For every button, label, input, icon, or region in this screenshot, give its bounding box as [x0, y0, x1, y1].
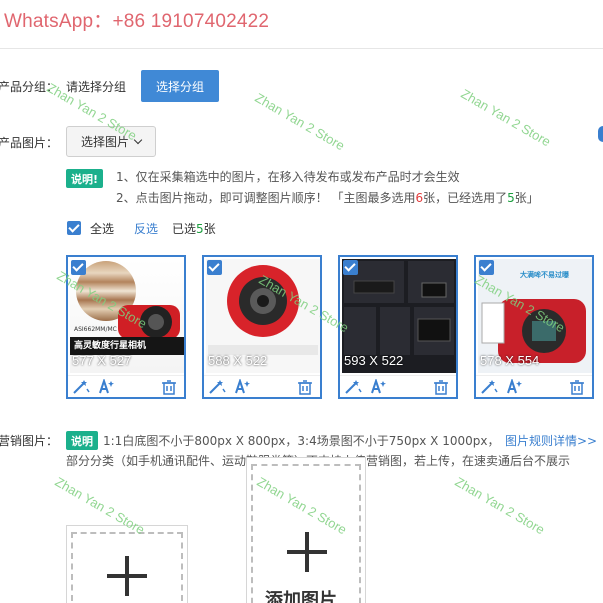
- card-2-checkbox[interactable]: [207, 260, 222, 275]
- product-images-label: 产品图片：: [0, 136, 59, 150]
- tip-used-count: 5: [507, 191, 515, 205]
- plus-icon-vertical: [305, 532, 309, 572]
- card-4-toolbar: [476, 375, 592, 397]
- chevron-down-icon: [133, 135, 143, 145]
- magic-wand-icon[interactable]: [480, 379, 498, 395]
- card-1-size: 577 X 527: [72, 353, 132, 368]
- image-card-4[interactable]: 大满哞不易过曝 578 X 554: [474, 255, 594, 399]
- marketing-rule-text: 1:1白底图不小于800px X 800px，3:4场景图不小于750px X …: [103, 434, 500, 448]
- image-rules-link[interactable]: 图片规则详情>>: [505, 432, 597, 449]
- delete-icon[interactable]: [568, 379, 586, 395]
- image-card-3[interactable]: 593 X 522: [338, 255, 458, 399]
- delete-icon[interactable]: [432, 379, 450, 395]
- card-1-model-text: ASI662MM/MC: [74, 326, 117, 333]
- magic-wand-icon[interactable]: [208, 379, 226, 395]
- group-placeholder: 请选择分组: [66, 80, 127, 94]
- upload-square-box[interactable]: [66, 525, 188, 603]
- tip-line-2: 2、点击图片拖动，即可调整图片顺序！ 「主图最多选用6张，已经选用了5张」: [116, 191, 539, 205]
- card-2-size: 588 X 522: [208, 353, 268, 368]
- upload-portrait-box[interactable]: 添加图片: [246, 457, 366, 603]
- card-2-toolbar: [204, 375, 320, 397]
- watermark: Zhan Yan 2 Store: [252, 90, 348, 154]
- selected-count: 已选5张: [172, 222, 216, 236]
- invert-selection-link[interactable]: 反选: [134, 220, 158, 237]
- ai-text-icon[interactable]: [506, 379, 524, 395]
- product-group-label: 产品分组：: [0, 80, 59, 94]
- card-3-checkbox[interactable]: [343, 260, 358, 275]
- card-4-caption: 大满哞不易过曝: [520, 270, 570, 279]
- tip-badge: 说明!: [66, 169, 104, 188]
- watermark: Zhan Yan 2 Store: [458, 86, 554, 150]
- add-image-label: 添加图片: [265, 590, 337, 603]
- ai-text-icon[interactable]: [98, 379, 116, 395]
- card-4-checkbox[interactable]: [479, 260, 494, 275]
- magic-wand-icon[interactable]: [344, 379, 362, 395]
- select-images-label: 选择图片: [80, 135, 129, 149]
- tip-max-count: 6: [415, 191, 424, 205]
- select-images-dropdown[interactable]: 选择图片: [66, 126, 156, 157]
- delete-icon[interactable]: [296, 379, 314, 395]
- card-4-size: 578 X 554: [480, 353, 540, 368]
- marketing-images-label: 营销图片：: [0, 434, 59, 448]
- image-card-1[interactable]: ASI662MM/MC 高灵敏度行星相机 577 X 527: [66, 255, 186, 399]
- plus-icon-vertical: [125, 556, 129, 596]
- tip-line-1: 1、仅在采集箱选中的图片，在移入待发布或发布产品时才会生效: [116, 170, 460, 184]
- header-bar: WhatsApp：+86 19107402422: [0, 0, 603, 44]
- image-card-2[interactable]: 588 X 522: [202, 255, 322, 399]
- whatsapp-contact: WhatsApp：+86 19107402422: [4, 11, 270, 32]
- watermark: Zhan Yan 2 Store: [452, 474, 548, 538]
- select-group-button[interactable]: 选择分组: [141, 70, 219, 102]
- ai-text-icon[interactable]: [370, 379, 388, 395]
- select-all-checkbox[interactable]: [67, 221, 81, 235]
- card-3-toolbar: [340, 375, 456, 397]
- divider: [0, 48, 603, 49]
- card-1-checkbox[interactable]: [71, 260, 86, 275]
- magic-wand-icon[interactable]: [72, 379, 90, 395]
- select-all-label[interactable]: 全选: [90, 220, 114, 237]
- ai-text-icon[interactable]: [234, 379, 252, 395]
- delete-icon[interactable]: [160, 379, 178, 395]
- card-1-toolbar: [68, 375, 184, 397]
- marketing-badge: 说明: [66, 431, 98, 450]
- help-icon[interactable]: [598, 126, 603, 142]
- card-3-size: 593 X 522: [344, 353, 404, 368]
